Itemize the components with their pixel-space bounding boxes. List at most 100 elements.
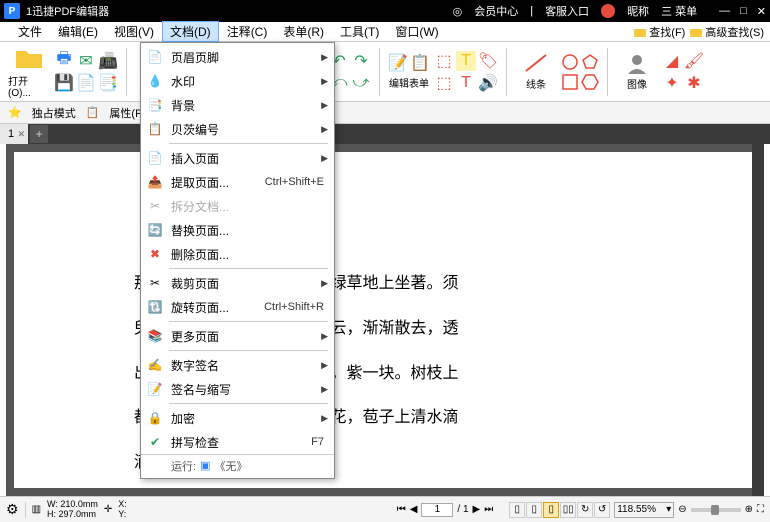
menu-form[interactable]: 表单(R) (275, 21, 332, 42)
bracket2-icon[interactable]: ⬚ (434, 73, 454, 93)
side-panel-strip[interactable] (752, 144, 764, 496)
chevron-right-icon: ▶ (321, 100, 328, 111)
title-bar: P 1迅捷PDF编辑器 ◎ 会员中心 | 客服入口 昵称 三 菜单 — □ ✕ (0, 0, 770, 22)
sparkle-icon[interactable]: ✦ (662, 73, 682, 93)
nickname-label: 昵称 (627, 3, 649, 19)
view-rot2-button[interactable]: ↺ (594, 502, 610, 518)
close-tab-icon[interactable]: ✕ (18, 129, 26, 140)
fit-button[interactable]: ⛶ (757, 504, 764, 515)
pdf-page[interactable]: 那 田躁。王冕放牛倦了，在绿草地上坐著。须 臾 了。那黑云边上，镶著白云，渐渐散… (14, 152, 756, 488)
close-button[interactable]: ✕ (757, 5, 766, 18)
menu-split-doc[interactable]: ✂拆分文档... (141, 194, 334, 218)
page-thumb-icon[interactable]: ▥ (32, 504, 41, 515)
view-facing2-button[interactable]: ▯▯ (560, 502, 576, 518)
menu-spellcheck[interactable]: ✔拼写检查F7 (141, 430, 334, 454)
bates-icon: 📋 (147, 121, 163, 137)
menu-window[interactable]: 窗口(W) (387, 21, 446, 42)
menu-bates[interactable]: 📋贝茨编号▶ (141, 117, 334, 141)
stamp-icon[interactable]: 🏷 (478, 51, 498, 71)
menu-edit[interactable]: 编辑(E) (50, 21, 106, 42)
split-icon: ✂ (147, 198, 163, 214)
menu-button[interactable]: 三 菜单 (661, 3, 697, 19)
lines-button[interactable]: 线条 (515, 45, 557, 99)
open-button[interactable]: 打开(O)... (8, 45, 50, 99)
more-icon: 📚 (147, 328, 163, 344)
menu-replace-page[interactable]: 🔄替换页面... (141, 218, 334, 242)
redo2-icon[interactable]: ⤻ (351, 73, 371, 93)
minimize-button[interactable]: — (719, 5, 730, 18)
menu-more-pages[interactable]: 📚更多页面▶ (141, 324, 334, 348)
zoom-combo[interactable]: 118.55%▾ (614, 502, 674, 518)
advanced-find-button[interactable]: 高级查找(S) (689, 24, 764, 40)
secondary-toolbar: ⭐ 独占模式 📋 属性(P)... (0, 102, 770, 124)
menu-file[interactable]: 文件 (10, 21, 50, 42)
list-icon[interactable]: 📋 (410, 53, 430, 73)
zoom-in-button[interactable]: ⊕ (745, 504, 753, 515)
edit-form-button[interactable]: 编辑表单 (388, 75, 430, 90)
menu-signature[interactable]: 📝签名与缩写▶ (141, 377, 334, 401)
exclusive-mode-label[interactable]: 独占模式 (32, 105, 76, 121)
view-cont-button[interactable]: ▯ (526, 502, 542, 518)
menu-comment[interactable]: 注释(C) (219, 21, 276, 42)
menu-rotate-page[interactable]: 🔃旋转页面...Ctrl+Shift+R (141, 295, 334, 319)
menu-delete-page[interactable]: ✖删除页面... (141, 242, 334, 266)
menu-view[interactable]: 视图(V) (106, 21, 162, 42)
eraser-icon[interactable]: ◢ (662, 51, 682, 71)
user-avatar[interactable] (601, 4, 615, 18)
brush-icon[interactable]: 🖌 (684, 51, 704, 71)
sound-icon[interactable]: 🔊 (478, 73, 498, 93)
document-menu-dropdown: 📄页眉页脚▶ 💧水印▶ 📑背景▶ 📋贝茨编号▶ 📄插入页面▶ 📤提取页面...C… (140, 42, 335, 479)
maximize-button[interactable]: □ (740, 5, 747, 18)
zoom-out-button[interactable]: ⊖ (678, 504, 686, 515)
view-single-button[interactable]: ▯ (509, 502, 525, 518)
document-tab[interactable]: 1 ✕ (0, 124, 28, 144)
last-page-button[interactable]: ⏭ (484, 504, 493, 515)
doc2-icon[interactable]: 📄 (76, 73, 96, 93)
prev-page-button[interactable]: ◀ (410, 504, 418, 515)
status-bar: ⚙ ▥ W: 210.0mm H: 297.0mm ✛ X: Y: ⏮ ◀ / … (0, 496, 770, 522)
settings-icon[interactable]: ⚙ (6, 501, 19, 518)
rotate-icon: 🔃 (147, 299, 163, 315)
text-tool-icon[interactable]: 📝 (388, 53, 408, 73)
doc3-icon[interactable]: 📑 (98, 73, 118, 93)
circle-shape-icon[interactable] (561, 53, 579, 71)
first-page-button[interactable]: ⏮ (397, 504, 406, 515)
redo-icon[interactable]: ↷ (351, 51, 371, 71)
mail-icon[interactable]: ✉ (76, 51, 96, 71)
square-shape-icon[interactable] (561, 73, 579, 91)
support-link[interactable]: 客服入口 (545, 3, 589, 19)
find-button[interactable]: 查找(F) (633, 24, 685, 40)
properties-icon[interactable]: 📋 (86, 106, 100, 119)
zoom-slider[interactable] (691, 508, 741, 512)
menu-background[interactable]: 📑背景▶ (141, 93, 334, 117)
image-button[interactable]: 图像 (616, 45, 658, 99)
menu-document[interactable]: 文档(D) (162, 21, 219, 42)
menu-watermark[interactable]: 💧水印▶ (141, 69, 334, 93)
bracket3-icon[interactable]: T (456, 73, 476, 93)
view-facing-button[interactable]: ▯ (543, 502, 559, 518)
gear-red-icon[interactable]: ✱ (684, 73, 704, 93)
menu-header-footer[interactable]: 📄页眉页脚▶ (141, 45, 334, 69)
hexagon-icon[interactable] (581, 73, 599, 91)
run-row: 运行: ▣ 《无》 (141, 454, 334, 476)
new-tab-button[interactable]: + (30, 125, 48, 143)
highlight-icon[interactable]: T (456, 51, 476, 71)
menu-tools[interactable]: 工具(T) (332, 21, 387, 42)
crosshair-icon[interactable]: ✛ (104, 504, 112, 515)
next-page-button[interactable]: ▶ (473, 504, 481, 515)
menu-digital-sign[interactable]: ✍数字签名▶ (141, 353, 334, 377)
pentagon-icon[interactable] (581, 53, 599, 71)
print-icon[interactable]: 💾 (54, 73, 74, 93)
member-center-link[interactable]: 会员中心 (474, 3, 518, 19)
view-rot1-button[interactable]: ↻ (577, 502, 593, 518)
menu-extract-page[interactable]: 📤提取页面...Ctrl+Shift+E (141, 170, 334, 194)
crop-icon: ✂ (147, 275, 163, 291)
menu-crop-page[interactable]: ✂裁剪页面▶ (141, 271, 334, 295)
menu-encrypt[interactable]: 🔒加密▶ (141, 406, 334, 430)
extract-icon: 📤 (147, 174, 163, 190)
menu-insert-page[interactable]: 📄插入页面▶ (141, 146, 334, 170)
bracket1-icon[interactable]: ⬚ (434, 51, 454, 71)
page-number-input[interactable] (421, 503, 453, 517)
save-icon[interactable]: 🖶 (54, 51, 74, 71)
scan-icon[interactable]: 📠 (98, 51, 118, 71)
